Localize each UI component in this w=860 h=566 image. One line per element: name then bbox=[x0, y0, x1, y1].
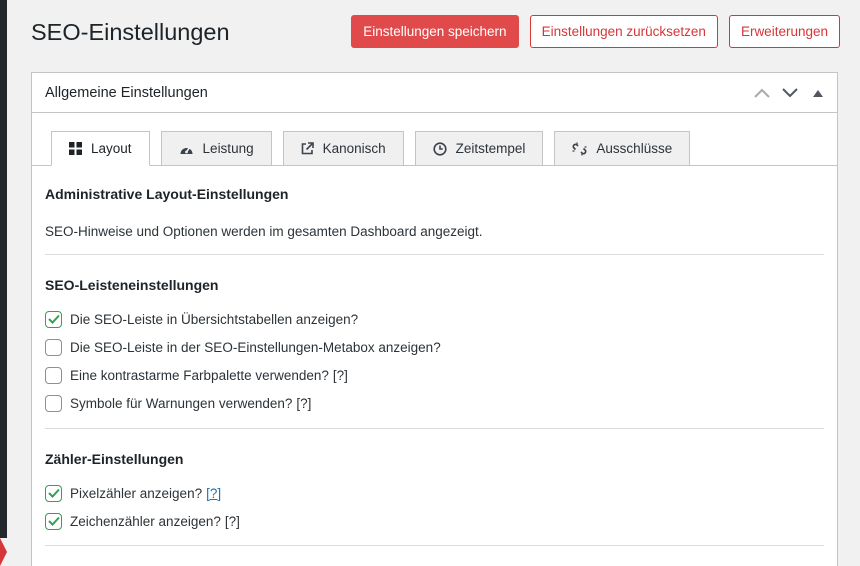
tab-performance[interactable]: Leistung bbox=[160, 131, 272, 166]
option-bar-in-metabox: Die SEO-Leiste in der SEO-Einstellungen-… bbox=[45, 337, 824, 357]
tab-label: Ausschlüsse bbox=[596, 141, 673, 156]
save-settings-button[interactable]: Einstellungen speichern bbox=[351, 15, 519, 48]
chevron-up-icon[interactable] bbox=[751, 82, 773, 104]
tab-exclusions[interactable]: Ausschlüsse bbox=[554, 131, 691, 166]
layout-tab-content: Administrative Layout-Einstellungen SEO-… bbox=[32, 166, 837, 546]
option-char-counter: Zeichenzähler anzeigen? [?] bbox=[45, 511, 824, 531]
page-title: SEO-Einstellungen bbox=[31, 19, 230, 45]
extensions-button[interactable]: Erweiterungen bbox=[728, 15, 840, 48]
option-label: Die SEO-Leiste in Übersichtstabellen anz… bbox=[70, 311, 359, 327]
option-label: Zeichenzähler anzeigen? bbox=[70, 513, 221, 529]
panel-title: Allgemeine Einstellungen bbox=[45, 85, 208, 101]
option-bar-in-tables: Die SEO-Leiste in Übersichtstabellen anz… bbox=[45, 309, 824, 329]
divider bbox=[45, 545, 824, 546]
section-title-layout: Administrative Layout-Einstellungen bbox=[45, 186, 289, 202]
checkbox-bar-in-tables[interactable] bbox=[45, 310, 62, 328]
help-link[interactable]: [?] bbox=[333, 368, 348, 383]
settings-tabs: Layout Leistung Kanonisch Zeitstempel Au… bbox=[51, 131, 691, 166]
checkbox-warning-symbols[interactable] bbox=[45, 394, 62, 412]
page-header: SEO-Einstellungen Einstellungen speicher… bbox=[31, 14, 840, 54]
tabs-bar: Layout Leistung Kanonisch Zeitstempel Au… bbox=[32, 113, 837, 166]
checkmark-icon bbox=[47, 488, 60, 498]
admin-sidebar-edge bbox=[0, 0, 7, 566]
layout-description: SEO-Hinweise und Optionen werden im gesa… bbox=[45, 224, 483, 239]
clock-icon bbox=[433, 141, 447, 156]
tab-canonical[interactable]: Kanonisch bbox=[282, 131, 404, 166]
checkbox-pixel-counter[interactable] bbox=[45, 484, 62, 502]
checkbox-char-counter[interactable] bbox=[45, 512, 62, 530]
option-pixel-counter: Pixelzähler anzeigen? [?] bbox=[45, 483, 824, 503]
tab-label: Layout bbox=[91, 141, 132, 156]
tab-label: Leistung bbox=[202, 141, 254, 156]
option-label: Symbole für Warnungen verwenden? bbox=[70, 395, 293, 411]
panel-header: Allgemeine Einstellungen bbox=[32, 73, 837, 113]
checkmark-icon bbox=[47, 314, 60, 324]
checkbox-bar-in-metabox[interactable] bbox=[45, 338, 62, 356]
option-label: Die SEO-Leiste in der SEO-Einstellungen-… bbox=[70, 339, 441, 355]
help-link[interactable]: [?] bbox=[206, 486, 221, 501]
tab-timestamps[interactable]: Zeitstempel bbox=[414, 131, 544, 166]
checkbox-low-contrast[interactable] bbox=[45, 366, 62, 384]
tab-label: Zeitstempel bbox=[455, 141, 526, 156]
section-title-counters: Zähler-Einstellungen bbox=[45, 451, 184, 467]
general-settings-panel: Allgemeine Einstellungen Layout Leistung bbox=[31, 72, 838, 566]
external-link-icon bbox=[301, 142, 314, 155]
tab-layout[interactable]: Layout bbox=[51, 131, 150, 166]
checkmark-icon bbox=[47, 516, 60, 526]
option-label: Pixelzähler anzeigen? bbox=[70, 485, 203, 501]
option-label: Eine kontrastarme Farbpalette verwenden? bbox=[70, 367, 329, 383]
collapse-toggle-icon[interactable] bbox=[807, 82, 829, 104]
section-title-seo-bar: SEO-Leisteneinstellungen bbox=[45, 277, 219, 293]
broken-link-icon bbox=[572, 142, 587, 155]
help-link[interactable]: [?] bbox=[225, 514, 240, 529]
dashboard-icon bbox=[180, 146, 193, 154]
panel-controls bbox=[751, 82, 829, 104]
option-warning-symbols: Symbole für Warnungen verwenden? [?] bbox=[45, 393, 824, 413]
header-actions: Einstellungen speichern Einstellungen zu… bbox=[351, 15, 840, 48]
chevron-down-icon[interactable] bbox=[779, 82, 801, 104]
grid-icon bbox=[69, 142, 82, 155]
collapse-arrow-icon[interactable] bbox=[0, 538, 7, 566]
reset-settings-button[interactable]: Einstellungen zurücksetzen bbox=[529, 15, 718, 48]
option-low-contrast: Eine kontrastarme Farbpalette verwenden?… bbox=[45, 365, 824, 385]
help-link[interactable]: [?] bbox=[296, 396, 311, 411]
tab-label: Kanonisch bbox=[322, 141, 386, 156]
